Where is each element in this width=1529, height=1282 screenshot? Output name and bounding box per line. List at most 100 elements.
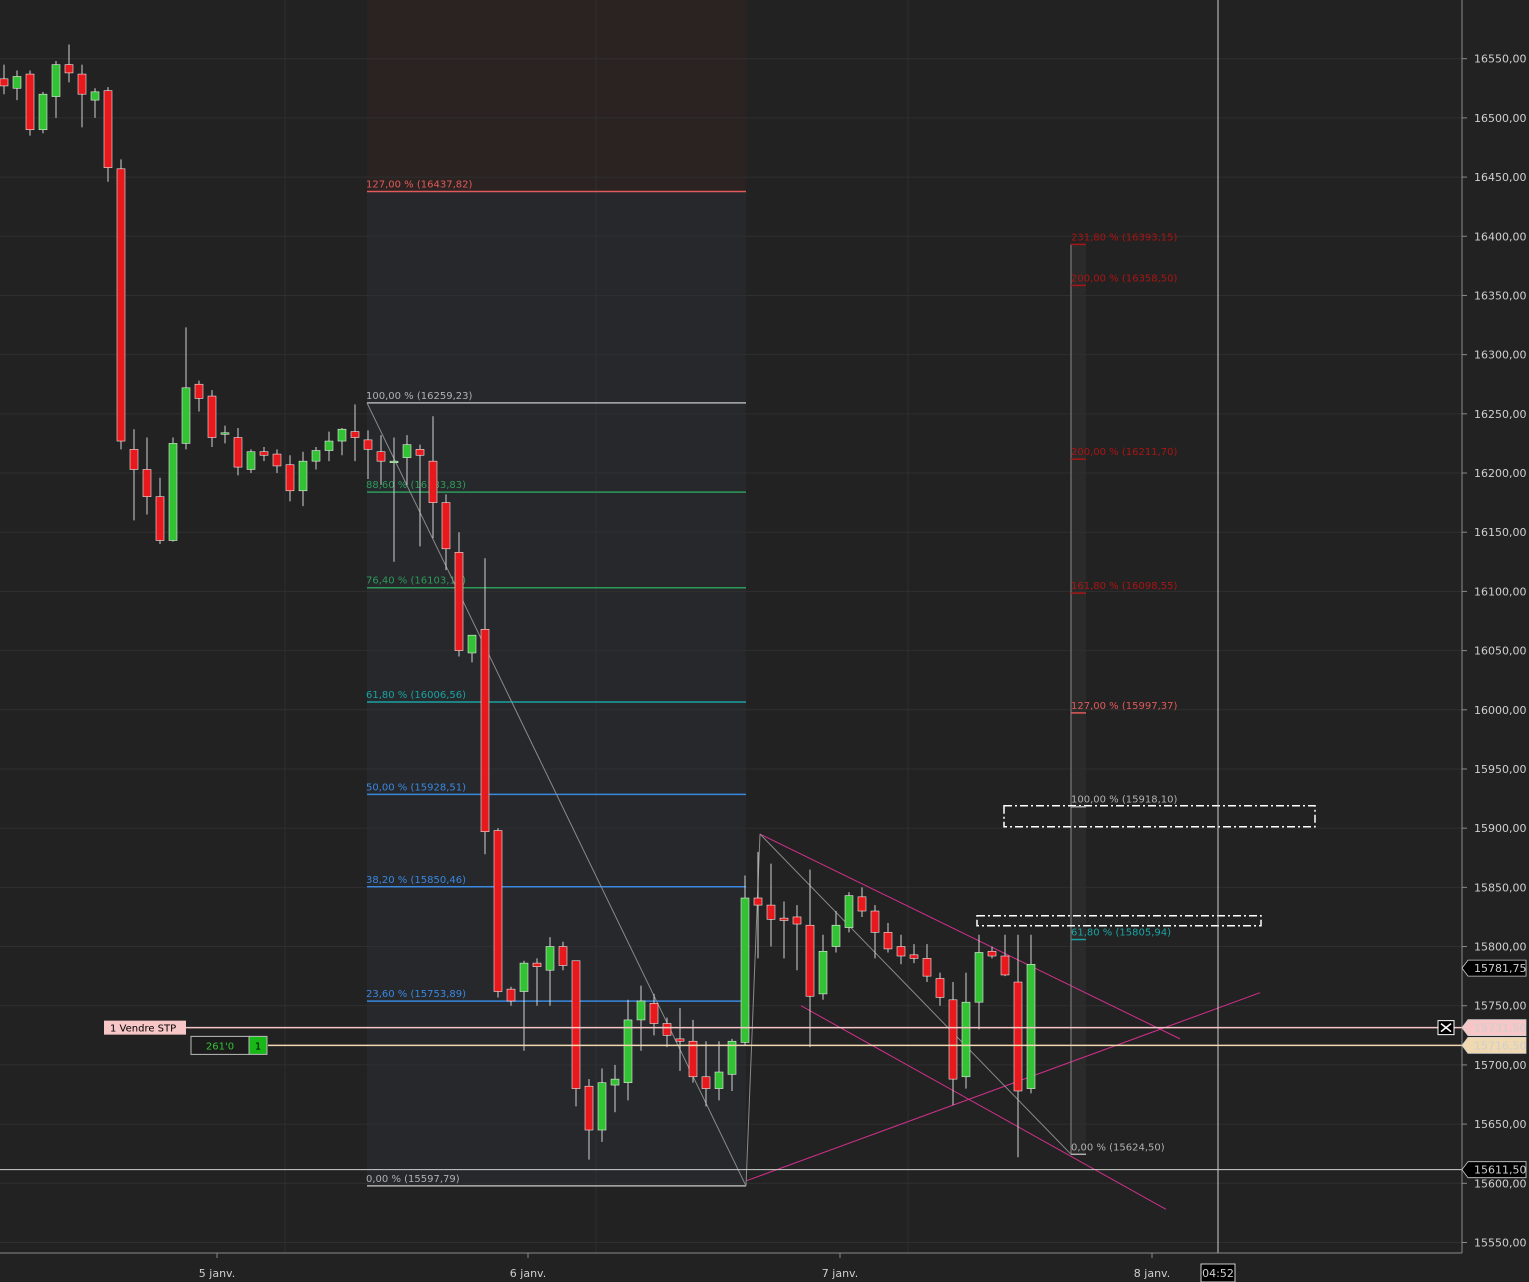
candle-body (636, 1000, 646, 1021)
candle-body (844, 895, 854, 928)
candle-body (324, 440, 334, 451)
y-tick-label: 16000,00 (1474, 704, 1527, 717)
y-tick-label: 16350,00 (1474, 289, 1527, 302)
position-pnl: 261'0 (206, 1041, 234, 1052)
candle-body (142, 469, 152, 497)
candle-body (675, 1038, 685, 1042)
chart-background (0, 0, 1529, 1282)
fib-ext-label: 231,80 % (16393,15) (1071, 232, 1177, 243)
candle-body (961, 1001, 971, 1078)
candle-body (1026, 963, 1036, 1089)
candle-body (415, 449, 425, 456)
fib-level-label: 38,20 % (15850,46) (366, 875, 466, 886)
fib-ext-zone (1071, 244, 1086, 1155)
fib-ext-label: 0,00 % (15624,50) (1071, 1142, 1165, 1153)
position-qty: 1 (255, 1041, 261, 1052)
candle-body (831, 924, 841, 947)
sell-order-label: 1 Vendre STP (110, 1024, 176, 1035)
candle-body (493, 830, 503, 992)
fib-zone (367, 191, 746, 1186)
candle-body (571, 960, 581, 1089)
candle-body (441, 502, 451, 550)
candle-body (584, 1085, 594, 1131)
candle-body (519, 962, 529, 992)
y-tick-label: 16550,00 (1474, 53, 1527, 66)
y-tick-label: 15700,00 (1474, 1059, 1527, 1072)
candle-body (25, 73, 35, 131)
fib-ext-label: 61,80 % (15805,94) (1071, 928, 1171, 939)
y-tick-label: 15800,00 (1474, 941, 1527, 954)
y-tick-label: 16450,00 (1474, 171, 1527, 184)
candle-body (857, 896, 867, 912)
y-tick-label: 16050,00 (1474, 645, 1527, 658)
candle-body (77, 73, 87, 95)
candle-body (935, 978, 945, 998)
y-tick-label: 16300,00 (1474, 349, 1527, 362)
candle-body (1013, 981, 1023, 1092)
candle-body (389, 460, 399, 463)
fib-level-label: 50,00 % (15928,51) (366, 782, 466, 793)
candle-body (792, 916, 802, 925)
candle-body (779, 917, 789, 921)
candle-body (402, 444, 412, 458)
candle-body (233, 437, 243, 468)
time-cursor-label: 04:52 (1202, 1267, 1234, 1280)
fib-ext-label: 200,00 % (16211,70) (1071, 447, 1177, 458)
candle-body (207, 395, 217, 438)
candle-body (480, 628, 490, 833)
candle-body (909, 954, 919, 959)
fib-level-label: 127,00 % (16437,82) (366, 179, 472, 190)
price-tag-label: 15611,50 (1474, 1164, 1527, 1177)
candle-body (246, 451, 256, 470)
candle-body (0, 78, 9, 87)
candle-body (740, 897, 750, 1043)
x-tick-label: 5 janv. (199, 1267, 235, 1280)
fib-level-label: 23,60 % (15753,89) (366, 989, 466, 1000)
fib-ext-label: 200,00 % (16358,50) (1071, 273, 1177, 284)
candle-body (259, 451, 269, 456)
candle-body (467, 634, 477, 654)
candle-body (688, 1040, 698, 1078)
candle-body (181, 387, 191, 444)
x-tick-label: 7 janv. (822, 1267, 858, 1280)
price-tag-label: 15781,75 (1474, 962, 1527, 975)
fib-ext-label: 161,80 % (16098,55) (1071, 581, 1177, 592)
price-tag-label: 15731,50 (1474, 1022, 1527, 1035)
y-tick-label: 15850,00 (1474, 881, 1527, 894)
candle-body (753, 897, 763, 906)
candle-body (64, 64, 74, 74)
candle-body (506, 988, 516, 1002)
y-tick-label: 15650,00 (1474, 1118, 1527, 1131)
candle-body (545, 946, 555, 971)
candle-body (597, 1082, 607, 1131)
y-tick-label: 16500,00 (1474, 112, 1527, 125)
candle-body (376, 451, 386, 462)
candle-body (12, 76, 22, 89)
x-tick-label: 6 janv. (510, 1267, 546, 1280)
candle-body (350, 431, 360, 438)
candle-body (298, 460, 308, 492)
candle-body (805, 924, 815, 997)
candle-body (103, 90, 113, 168)
candle-body (558, 946, 568, 966)
candle-body (272, 453, 282, 467)
candle-body (948, 999, 958, 1080)
y-tick-label: 16200,00 (1474, 467, 1527, 480)
candle-body (51, 64, 61, 97)
fib-zone-top (367, 0, 746, 192)
candle-body (870, 910, 880, 933)
candle-body (311, 450, 321, 462)
y-tick-label: 15950,00 (1474, 763, 1527, 776)
candle-body (363, 439, 373, 450)
candle-body (1000, 955, 1010, 976)
candle-body (610, 1078, 620, 1086)
candle-body (454, 552, 464, 651)
fib-level-label: 0,00 % (15597,79) (366, 1174, 460, 1185)
candle-body (727, 1040, 737, 1075)
candle-body (987, 950, 997, 957)
x-tick-label: 8 janv. (1134, 1267, 1170, 1280)
candle-body (922, 958, 932, 977)
candle-body (220, 432, 230, 435)
y-tick-label: 16150,00 (1474, 526, 1527, 539)
price-chart[interactable]: 127,00 % (16437,82)100,00 % (16259,23)88… (0, 0, 1529, 1282)
